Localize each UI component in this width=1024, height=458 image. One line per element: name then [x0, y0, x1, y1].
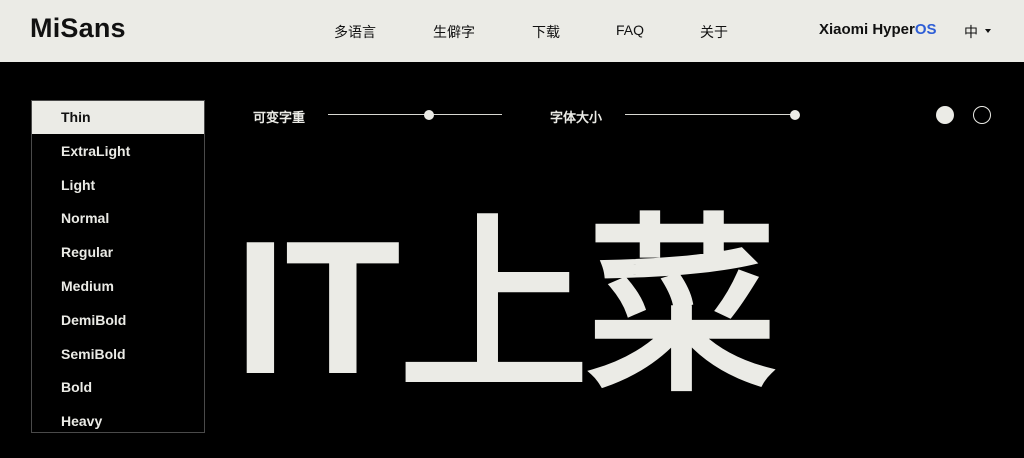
light-theme-toggle[interactable]	[936, 106, 954, 124]
font-size-label: 字体大小	[550, 110, 603, 125]
top-header: MiSans 多语言 生僻字 下载 FAQ 关于 Xiaomi HyperOS …	[0, 0, 1024, 62]
font-weight-list: Thin ExtraLight Light Normal Regular Med…	[31, 100, 205, 433]
weight-option-thin[interactable]: Thin	[32, 101, 204, 134]
font-preview-text: IT上菜	[234, 202, 777, 414]
weight-option-bold[interactable]: Bold	[32, 371, 204, 404]
weight-option-medium[interactable]: Medium	[32, 270, 204, 303]
language-selector[interactable]: 中	[964, 22, 991, 42]
nav-multilingual[interactable]: 多语言	[334, 22, 376, 42]
dark-theme-toggle[interactable]	[973, 106, 991, 124]
xiaomi-hyperos-link[interactable]: Xiaomi HyperOS	[819, 21, 937, 38]
variable-weight-slider-track[interactable]	[328, 114, 502, 115]
brand-accent-text: OS	[914, 21, 937, 38]
font-size-slider-thumb[interactable]	[790, 110, 800, 120]
variable-weight-label: 可变字重	[253, 110, 306, 125]
weight-option-semibold[interactable]: SemiBold	[32, 338, 204, 371]
nav-download[interactable]: 下载	[532, 22, 560, 42]
chevron-down-icon	[985, 29, 991, 34]
weight-option-regular[interactable]: Regular	[32, 236, 204, 269]
language-label: 中	[964, 24, 978, 40]
nav-about[interactable]: 关于	[700, 22, 728, 42]
brand-main-text: Xiaomi Hyper	[819, 21, 915, 38]
weight-option-demibold[interactable]: DemiBold	[32, 304, 204, 337]
weight-option-heavy[interactable]: Heavy	[32, 405, 204, 432]
nav-faq[interactable]: FAQ	[616, 22, 644, 38]
weight-option-normal[interactable]: Normal	[32, 202, 204, 235]
nav-rare-characters[interactable]: 生僻字	[433, 22, 475, 42]
weight-option-light[interactable]: Light	[32, 169, 204, 202]
weight-option-extralight[interactable]: ExtraLight	[32, 135, 204, 168]
variable-weight-slider-thumb[interactable]	[423, 110, 434, 120]
font-size-slider-track[interactable]	[625, 114, 795, 115]
logo[interactable]: MiSans	[30, 13, 126, 44]
